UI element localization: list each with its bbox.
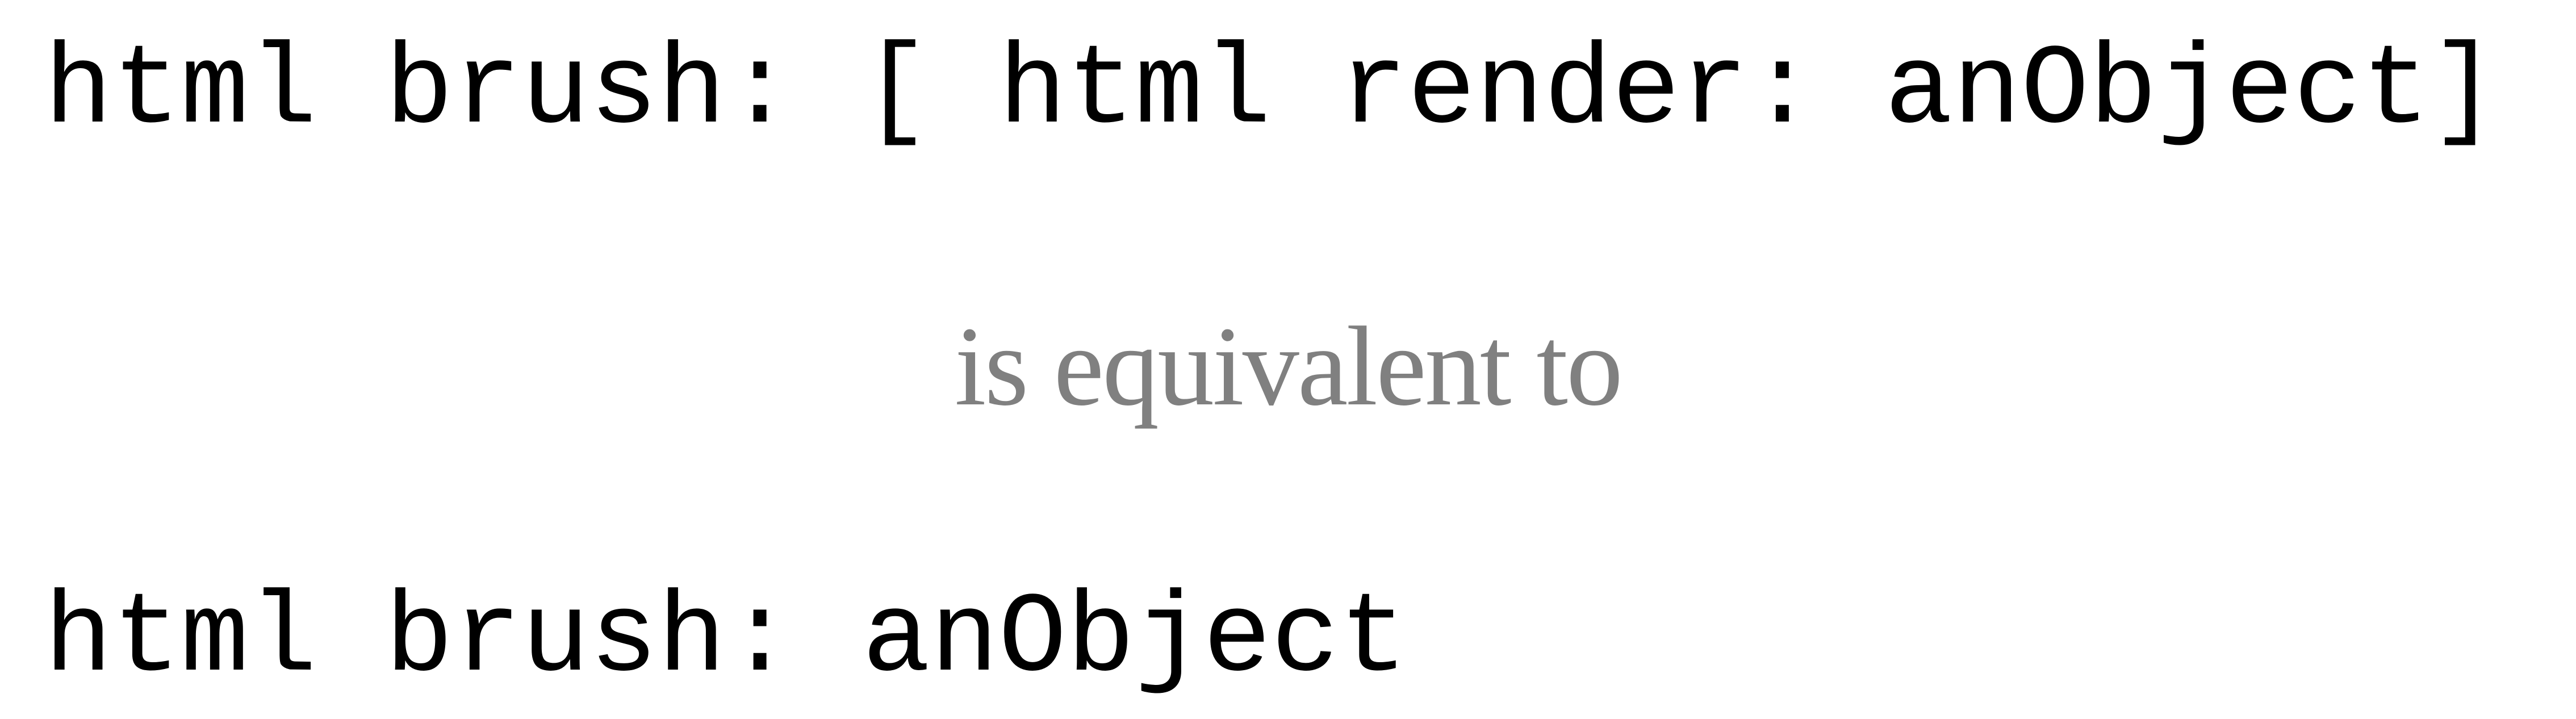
code-expression-direct-form: html brush: anObject: [44, 575, 1408, 704]
equivalence-caption: is equivalent to: [955, 304, 1623, 429]
code-expression-block-form: html brush: [ html render: anObject]: [44, 27, 2498, 156]
